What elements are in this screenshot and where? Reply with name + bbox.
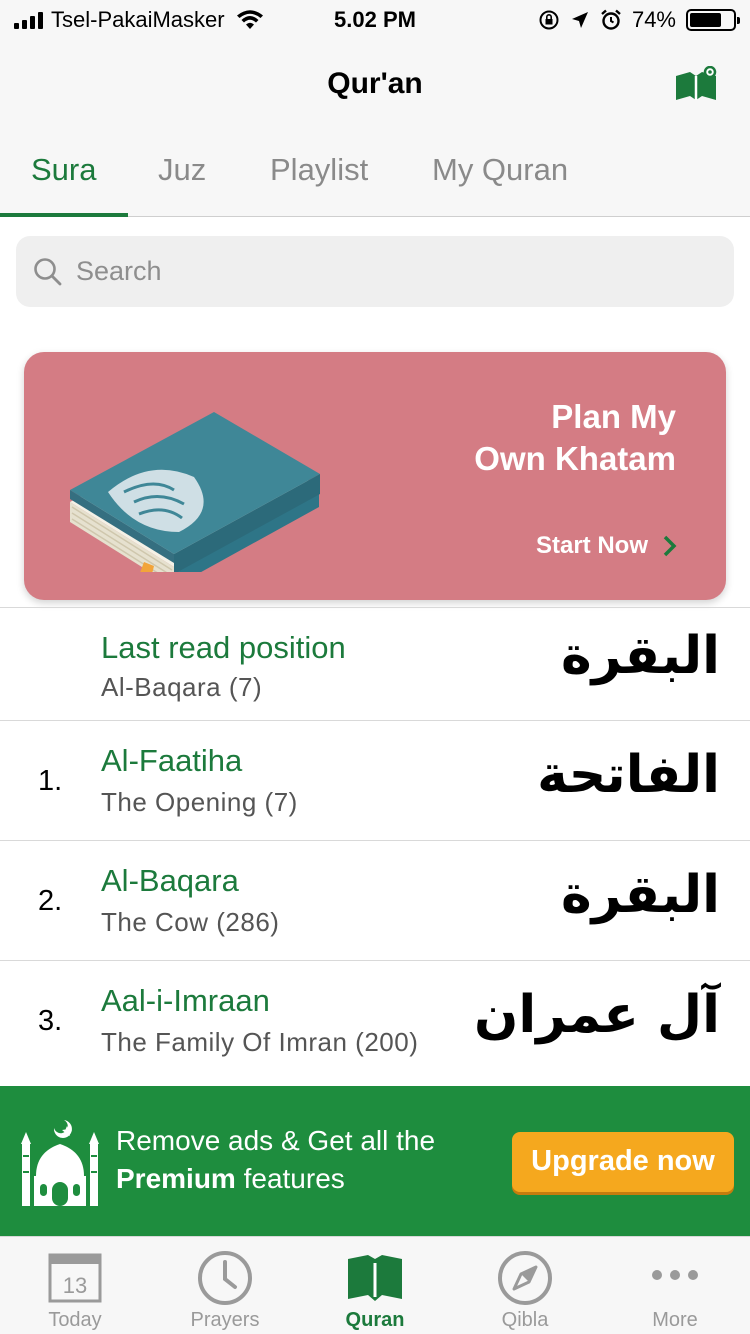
banner-title-line1: Plan My bbox=[551, 398, 676, 435]
search-input[interactable]: Search bbox=[16, 236, 734, 307]
tabbar-label: Today bbox=[48, 1309, 102, 1331]
tabbar-more[interactable]: More bbox=[600, 1237, 750, 1334]
bottom-tab-bar: 13 Today Prayers Quran Qibla More bbox=[0, 1236, 750, 1334]
sura-subtitle: The Family Of Imran (200) bbox=[101, 1027, 419, 1057]
tabbar-qibla[interactable]: Qibla bbox=[450, 1237, 600, 1334]
tab-my-quran[interactable]: My Quran bbox=[432, 152, 568, 188]
rotation-lock-icon bbox=[539, 10, 559, 30]
ad-text-line2: Premium features bbox=[116, 1160, 435, 1198]
ad-premium-word: Premium bbox=[116, 1163, 236, 1194]
sura-number: 3. bbox=[38, 1005, 63, 1037]
more-dots-icon bbox=[652, 1270, 698, 1280]
carrier-name: Tsel-PakaiMasker bbox=[51, 7, 225, 32]
active-tab-indicator bbox=[0, 213, 128, 217]
tab-playlist[interactable]: Playlist bbox=[270, 152, 368, 188]
upgrade-now-button[interactable]: Upgrade now bbox=[512, 1132, 734, 1192]
list-item[interactable]: 1. Al-Faatiha The Opening (7) الفاتحة bbox=[0, 720, 750, 840]
list-item[interactable]: 2. Al-Baqara The Cow (286) البقرة bbox=[0, 840, 750, 960]
ad-text-rest: features bbox=[235, 1163, 345, 1194]
sura-arabic-name: الفاتحة bbox=[537, 745, 720, 805]
sura-arabic-name: البقرة bbox=[560, 626, 720, 686]
quran-book-illustration bbox=[70, 412, 320, 572]
alarm-icon bbox=[601, 9, 621, 30]
calendar-icon: 13 bbox=[48, 1253, 102, 1303]
calendar-day: 13 bbox=[63, 1273, 87, 1298]
sura-name: Aal-i-Imraan bbox=[101, 983, 270, 1018]
banner-title: Plan My Own Khatam bbox=[474, 396, 676, 480]
sura-name: Al-Faatiha bbox=[101, 743, 243, 778]
clock-icon bbox=[198, 1251, 252, 1305]
sura-name: Al-Baqara bbox=[101, 863, 239, 898]
tabbar-label: Quran bbox=[345, 1309, 405, 1331]
tabbar-label: More bbox=[652, 1309, 698, 1331]
tabbar-label: Qibla bbox=[501, 1309, 549, 1331]
search-icon bbox=[34, 257, 62, 285]
page-title: Qur'an bbox=[327, 67, 423, 100]
start-now-link[interactable]: Start Now bbox=[536, 532, 678, 560]
premium-ad-banner[interactable]: Remove ads & Get all the Premium feature… bbox=[0, 1086, 750, 1236]
battery-percent: 74% bbox=[631, 7, 676, 32]
list-item[interactable]: 3. Aal-i-Imraan The Family Of Imran (200… bbox=[0, 960, 750, 1080]
tabbar-today[interactable]: 13 Today bbox=[0, 1237, 150, 1334]
ad-text: Remove ads & Get all the Premium feature… bbox=[116, 1122, 435, 1198]
ad-text-line1: Remove ads & Get all the bbox=[116, 1125, 436, 1156]
tab-sura[interactable]: Sura bbox=[31, 152, 96, 188]
status-bar: Tsel-PakaiMasker 5.02 PM 74% bbox=[0, 0, 750, 40]
last-read-title: Last read position bbox=[101, 630, 346, 665]
search-placeholder: Search bbox=[76, 256, 162, 286]
book-icon bbox=[348, 1255, 402, 1301]
last-read-subtitle: Al-Baqara (7) bbox=[101, 672, 263, 702]
compass-icon bbox=[498, 1251, 552, 1305]
signal-icon bbox=[14, 11, 43, 29]
sura-number: 2. bbox=[38, 885, 63, 917]
nav-header: Qur'an bbox=[0, 40, 750, 130]
tabbar-prayers[interactable]: Prayers bbox=[150, 1237, 300, 1334]
segment-tabs: Sura Juz Playlist My Quran bbox=[0, 130, 750, 217]
tabbar-label: Prayers bbox=[190, 1309, 260, 1331]
book-settings-icon[interactable] bbox=[674, 66, 718, 104]
battery-icon bbox=[686, 9, 740, 31]
sura-list: Last read position Al-Baqara (7) البقرة … bbox=[0, 607, 750, 1080]
tabbar-quran[interactable]: Quran bbox=[300, 1237, 450, 1334]
sura-subtitle: The Cow (286) bbox=[101, 907, 280, 937]
khatam-banner[interactable]: Plan My Own Khatam Start Now bbox=[24, 352, 726, 600]
sura-subtitle: The Opening (7) bbox=[101, 787, 298, 817]
chevron-right-icon bbox=[663, 535, 677, 557]
sura-arabic-name: البقرة bbox=[560, 865, 720, 925]
tab-juz[interactable]: Juz bbox=[158, 152, 206, 188]
sura-arabic-name: آل عمران bbox=[474, 985, 720, 1045]
banner-title-line2: Own Khatam bbox=[474, 440, 676, 477]
last-read-row[interactable]: Last read position Al-Baqara (7) البقرة bbox=[0, 607, 750, 720]
wifi-icon bbox=[236, 10, 263, 29]
mosque-icon bbox=[21, 1120, 99, 1206]
location-arrow-icon bbox=[571, 12, 588, 28]
start-now-label: Start Now bbox=[535, 532, 648, 559]
sura-number: 1. bbox=[38, 765, 63, 797]
